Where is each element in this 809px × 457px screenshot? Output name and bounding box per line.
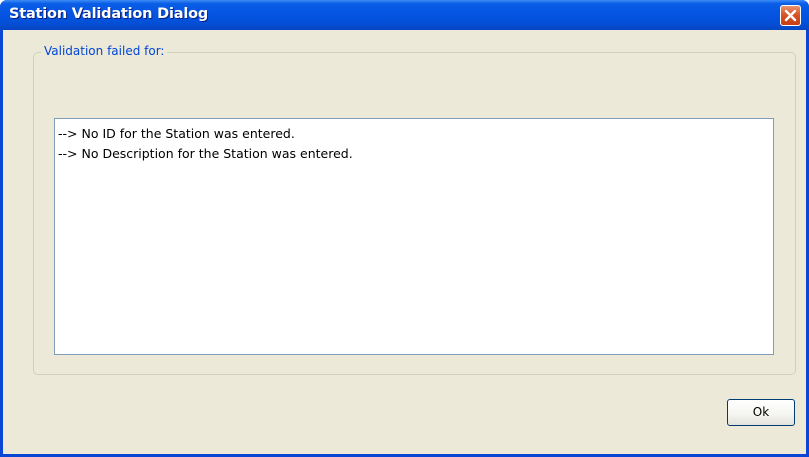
dialog-window: Station Validation Dialog Validation fai… [0,0,809,457]
close-icon [784,9,797,22]
window-title: Station Validation Dialog [9,6,209,22]
close-button[interactable] [780,5,801,26]
ok-button[interactable]: Ok [727,399,795,426]
title-bar[interactable]: Station Validation Dialog [0,0,809,30]
validation-messages-textarea[interactable]: --> No ID for the Station was entered. -… [54,118,774,355]
validation-message: --> No Description for the Station was e… [58,146,353,161]
validation-message: --> No ID for the Station was entered. [58,126,295,141]
validation-group-label: Validation failed for: [41,43,168,59]
